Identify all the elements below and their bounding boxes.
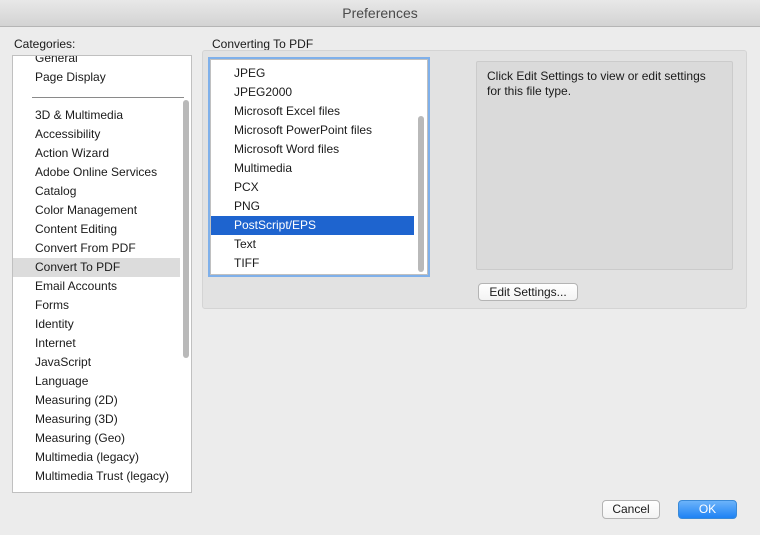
file-type-item[interactable]: Microsoft Word files <box>211 140 414 159</box>
category-item-selected[interactable]: Convert To PDF <box>13 258 180 277</box>
file-type-scrollbar[interactable] <box>418 116 424 272</box>
category-item[interactable]: Measuring (Geo) <box>13 429 180 448</box>
category-item[interactable]: Forms <box>13 296 180 315</box>
file-type-item[interactable]: TIFF <box>211 254 414 273</box>
categories-label: Categories: <box>14 37 76 51</box>
section-title: Converting To PDF <box>212 37 314 51</box>
category-item-page-display[interactable]: Page Display <box>13 68 180 87</box>
category-item[interactable]: Email Accounts <box>13 277 180 296</box>
category-item[interactable]: Color Management <box>13 201 180 220</box>
window-title: Preferences <box>342 5 418 21</box>
category-item[interactable]: Convert From PDF <box>13 239 180 258</box>
file-type-item[interactable]: PNG <box>211 197 414 216</box>
category-item[interactable]: Multimedia (legacy) <box>13 448 180 467</box>
file-type-list[interactable]: JPEG JPEG2000 Microsoft Excel files Micr… <box>210 59 428 275</box>
category-item[interactable]: Adobe Online Services <box>13 163 180 182</box>
edit-settings-button[interactable]: Edit Settings... <box>478 283 578 301</box>
settings-info-box: Click Edit Settings to view or edit sett… <box>476 61 733 270</box>
category-item[interactable]: Action Wizard <box>13 144 180 163</box>
file-type-item[interactable]: Microsoft Excel files <box>211 102 414 121</box>
file-type-item[interactable]: JPEG2000 <box>211 83 414 102</box>
category-item[interactable]: JavaScript <box>13 353 180 372</box>
file-type-item[interactable]: Multimedia <box>211 159 414 178</box>
category-item[interactable]: Language <box>13 372 180 391</box>
file-type-item[interactable]: Text <box>211 235 414 254</box>
file-type-item-selected[interactable]: PostScript/EPS <box>211 216 414 235</box>
ok-button[interactable]: OK <box>678 500 737 519</box>
cancel-button[interactable]: Cancel <box>602 500 660 519</box>
categories-list[interactable]: General Page Display 3D & Multimedia Acc… <box>12 55 192 493</box>
category-item[interactable]: Measuring (2D) <box>13 391 180 410</box>
category-divider <box>32 97 184 98</box>
category-item[interactable]: Identity <box>13 315 180 334</box>
settings-info-text: Click Edit Settings to view or edit sett… <box>487 69 706 98</box>
file-type-item[interactable]: JPEG <box>211 64 414 83</box>
category-item-general[interactable]: General <box>13 56 180 68</box>
category-item[interactable]: Content Editing <box>13 220 180 239</box>
file-type-item[interactable]: PCX <box>211 178 414 197</box>
category-item[interactable]: Internet <box>13 334 180 353</box>
category-item[interactable]: Measuring (3D) <box>13 410 180 429</box>
category-item[interactable]: Catalog <box>13 182 180 201</box>
window-title-bar: Preferences <box>0 0 760 27</box>
file-type-item[interactable]: Microsoft PowerPoint files <box>211 121 414 140</box>
category-item[interactable]: Accessibility <box>13 125 180 144</box>
category-item[interactable]: 3D & Multimedia <box>13 106 180 125</box>
categories-scrollbar[interactable] <box>183 100 189 358</box>
category-item[interactable]: Multimedia Trust (legacy) <box>13 467 180 486</box>
